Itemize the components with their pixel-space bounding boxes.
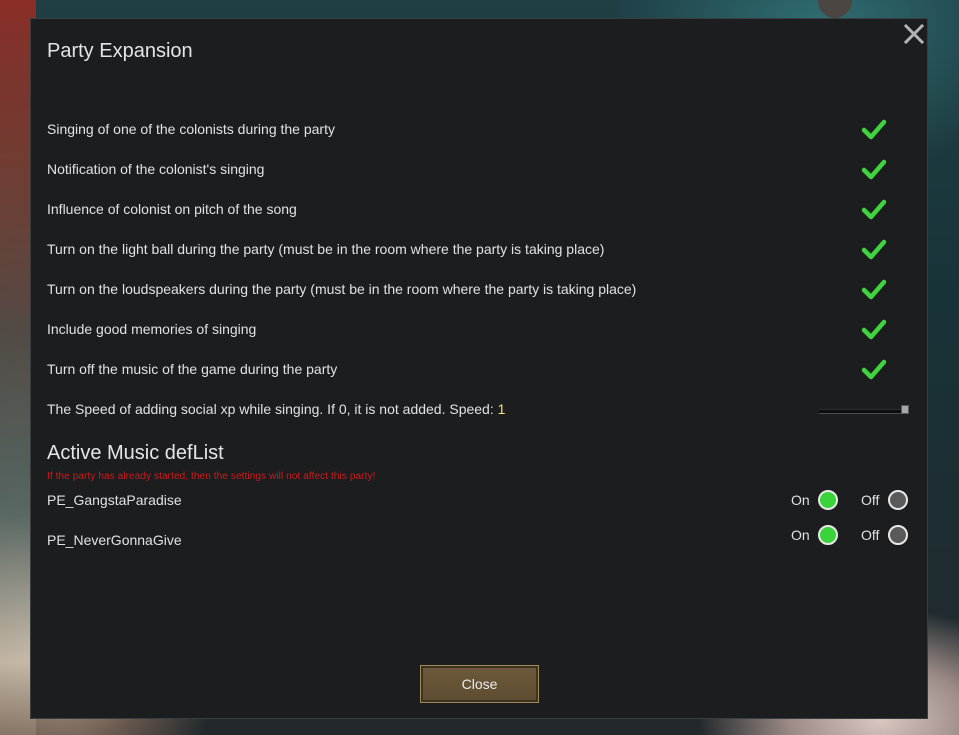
on-off-radio-group: On Off	[791, 525, 911, 550]
music-section-title: Active Music defList	[47, 442, 224, 464]
setting-label: Turn on the loudspeakers during the part…	[47, 281, 637, 297]
setting-row: Singing of one of the colonists during t…	[47, 119, 911, 143]
checkmark-icon[interactable]	[861, 357, 887, 383]
background-planet	[818, 0, 852, 18]
checkmark-icon[interactable]	[861, 277, 887, 303]
setting-label: Turn off the music of the game during th…	[47, 361, 338, 377]
setting-label: Influence of colonist on pitch of the so…	[47, 201, 297, 217]
radio-off-button[interactable]	[888, 525, 908, 545]
slider-track[interactable]	[819, 409, 909, 414]
setting-label: Turn on the light ball during the party …	[47, 241, 605, 257]
setting-row: Influence of colonist on pitch of the so…	[47, 199, 911, 223]
speed-value: 1	[497, 401, 506, 417]
on-off-radio-group: On Off	[791, 490, 911, 515]
radio-on-button[interactable]	[818, 525, 838, 545]
setting-row: Turn off the music of the game during th…	[47, 359, 911, 383]
radio-off-button[interactable]	[888, 490, 908, 510]
radio-off-label[interactable]: Off	[861, 527, 879, 543]
close-button[interactable]: Close	[420, 665, 539, 703]
setting-row: Include good memories of singing	[47, 319, 911, 343]
setting-label: Singing of one of the colonists during t…	[47, 121, 335, 137]
speed-setting-row: The Speed of adding social xp while sing…	[47, 399, 911, 423]
radio-on-label[interactable]: On	[791, 492, 810, 508]
setting-row: Turn on the loudspeakers during the part…	[47, 279, 911, 303]
checkmark-icon[interactable]	[861, 317, 887, 343]
setting-row: Notification of the colonist's singing	[47, 159, 911, 183]
setting-label: Include good memories of singing	[47, 321, 257, 337]
settings-dialog: Party Expansion Singing of one of the co…	[30, 18, 928, 719]
checkmark-icon[interactable]	[861, 237, 887, 263]
music-track-row: PE_NeverGonnaGive On Off	[47, 525, 911, 553]
music-warning-text: If the party has already started, then t…	[47, 471, 376, 482]
radio-off-label[interactable]: Off	[861, 492, 879, 508]
setting-label: Notification of the colonist's singing	[47, 161, 265, 177]
dialog-title: Party Expansion	[47, 40, 193, 62]
speed-slider[interactable]	[819, 405, 909, 414]
checkmark-icon[interactable]	[861, 197, 887, 223]
radio-on-button[interactable]	[818, 490, 838, 510]
speed-setting-label: The Speed of adding social xp while sing…	[47, 401, 506, 417]
setting-row: Turn on the light ball during the party …	[47, 239, 911, 263]
slider-handle[interactable]	[901, 405, 909, 414]
checkmark-icon[interactable]	[861, 157, 887, 183]
close-icon[interactable]	[903, 23, 925, 45]
music-track-name: PE_NeverGonnaGive	[47, 532, 182, 548]
checkmark-icon[interactable]	[861, 117, 887, 143]
radio-on-label[interactable]: On	[791, 527, 810, 543]
music-track-row: PE_GangstaParadise On Off	[47, 489, 911, 513]
music-track-name: PE_GangstaParadise	[47, 492, 182, 508]
